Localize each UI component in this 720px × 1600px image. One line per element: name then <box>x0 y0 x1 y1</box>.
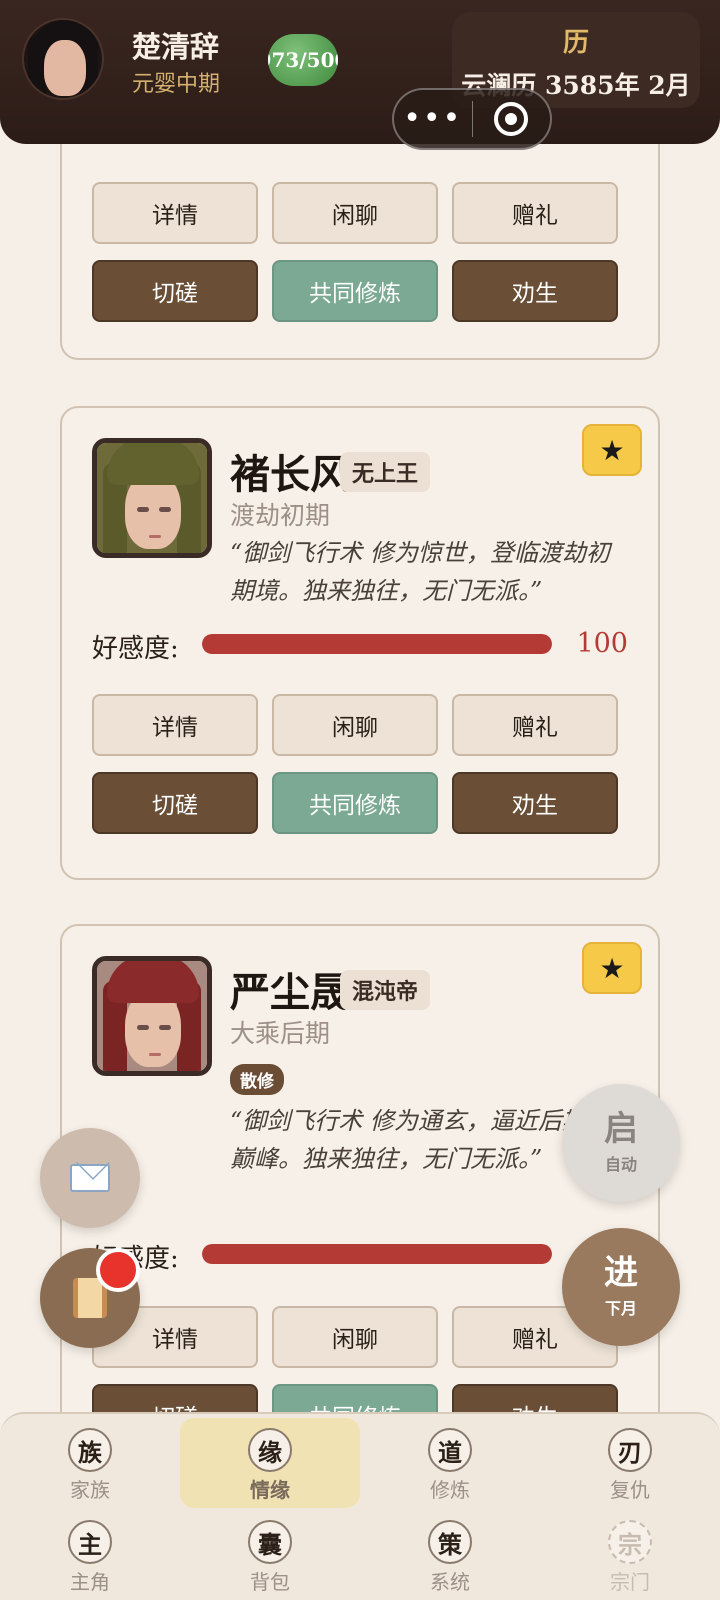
target-icon <box>494 102 529 136</box>
nav-label: 修炼 <box>430 1478 470 1502</box>
details-button[interactable]: 详情 <box>92 694 258 756</box>
backpack-icon: 囊 <box>248 1520 292 1564</box>
romance-icon: 缘 <box>248 1428 292 1472</box>
cultivate-together-button[interactable]: 共同修炼 <box>272 260 438 322</box>
miniapp-capsule: ••• <box>392 88 552 150</box>
nav-label: 背包 <box>250 1570 290 1594</box>
nav-cultivation[interactable]: 道 修炼 <box>360 1418 540 1508</box>
nav-label: 宗门 <box>610 1570 650 1594</box>
favorite-star-button[interactable]: ★ <box>582 424 642 476</box>
system-icon: 策 <box>428 1520 472 1564</box>
notification-dot <box>96 1248 140 1292</box>
auto-play-label: 自动 <box>604 1154 637 1174</box>
auto-play-glyph: 启 <box>604 1109 638 1150</box>
nav-sect[interactable]: 宗 宗门 <box>540 1510 720 1600</box>
npc-realm: 渡劫初期 <box>230 501 331 530</box>
nav-label: 情缘 <box>250 1478 290 1502</box>
next-month-button[interactable]: 进 下月 <box>562 1228 680 1346</box>
npc-title-badge: 混沌帝 <box>340 970 431 1010</box>
sect-tag: 散修 <box>230 1064 284 1095</box>
affection-fill <box>202 1244 552 1264</box>
gift-button[interactable]: 赠礼 <box>452 182 618 244</box>
exp-badge: 973/500 <box>268 34 338 86</box>
spar-button[interactable]: 切磋 <box>92 260 258 322</box>
mail-button[interactable] <box>40 1128 140 1228</box>
affection-fill <box>202 634 552 654</box>
protagonist-icon: 主 <box>68 1520 112 1564</box>
envelope-icon <box>70 1164 110 1192</box>
top-header: 楚清辞 元婴中期 973/500 历 云澜历 3585年 2月 <box>0 0 720 144</box>
nav-protagonist[interactable]: 主 主角 <box>0 1510 180 1600</box>
next-month-glyph: 进 <box>604 1253 638 1294</box>
npc-quote: “御剑飞行术 修为惊世，登临渡劫初期境。独来独往，无门无派。” <box>230 539 610 605</box>
npc-name: 严尘晟 <box>230 969 350 1016</box>
family-icon: 族 <box>68 1428 112 1472</box>
nav-backpack[interactable]: 囊 背包 <box>180 1510 360 1600</box>
affection-label: 好感度: <box>92 634 179 664</box>
gift-button[interactable]: 赠礼 <box>452 694 618 756</box>
nav-revenge[interactable]: 刃 复仇 <box>540 1418 720 1508</box>
calendar-icon: 历 <box>562 28 589 58</box>
nav-label: 复仇 <box>610 1478 650 1502</box>
nav-label: 主角 <box>70 1570 110 1594</box>
npc-portrait[interactable] <box>92 438 212 558</box>
npc-title-badge: 无上王 <box>340 452 431 492</box>
cultivate-together-button[interactable]: 共同修炼 <box>272 772 438 834</box>
player-realm: 元婴中期 <box>132 72 221 97</box>
chat-button[interactable]: 闲聊 <box>272 694 438 756</box>
affection-value: 100 <box>576 628 628 659</box>
details-button[interactable]: 详情 <box>92 182 258 244</box>
favorite-star-button[interactable]: ★ <box>582 942 642 994</box>
chat-button[interactable]: 闲聊 <box>272 182 438 244</box>
auto-play-button[interactable]: 启 自动 <box>562 1084 680 1202</box>
nav-label: 家族 <box>70 1478 110 1502</box>
affection-bar <box>202 634 552 654</box>
player-name: 楚清辞 <box>132 30 220 64</box>
persuade-button[interactable]: 劝生 <box>452 260 618 322</box>
npc-name: 褚长风 <box>230 451 350 498</box>
blade-icon: 刃 <box>608 1428 652 1472</box>
npc-realm: 大乘后期 <box>230 1019 331 1048</box>
npc-card: 详情 闲聊 赠礼 切磋 共同修炼 劝生 <box>60 110 660 360</box>
bottom-nav: 族 家族 缘 情缘 道 修炼 刃 复仇 主 主角 囊 背包 策 系统 宗 宗门 <box>0 1412 720 1600</box>
player-avatar[interactable] <box>22 18 104 100</box>
npc-card: 褚长风 无上王 渡劫初期 “御剑飞行术 修为惊世，登临渡劫初期境。独来独往，无门… <box>60 406 660 880</box>
nav-family[interactable]: 族 家族 <box>0 1418 180 1508</box>
nav-label: 系统 <box>430 1570 470 1594</box>
nav-romance[interactable]: 缘 情缘 <box>180 1418 360 1508</box>
spar-button[interactable]: 切磋 <box>92 772 258 834</box>
close-miniapp-button[interactable] <box>473 102 551 136</box>
chat-button[interactable]: 闲聊 <box>272 1306 438 1368</box>
sect-icon: 宗 <box>608 1520 652 1564</box>
persuade-button[interactable]: 劝生 <box>452 772 618 834</box>
nav-system[interactable]: 策 系统 <box>360 1510 540 1600</box>
next-month-label: 下月 <box>604 1298 637 1318</box>
more-options-icon[interactable]: ••• <box>394 104 472 134</box>
cultivation-icon: 道 <box>428 1428 472 1472</box>
npc-portrait[interactable] <box>92 956 212 1076</box>
affection-bar <box>202 1244 552 1264</box>
